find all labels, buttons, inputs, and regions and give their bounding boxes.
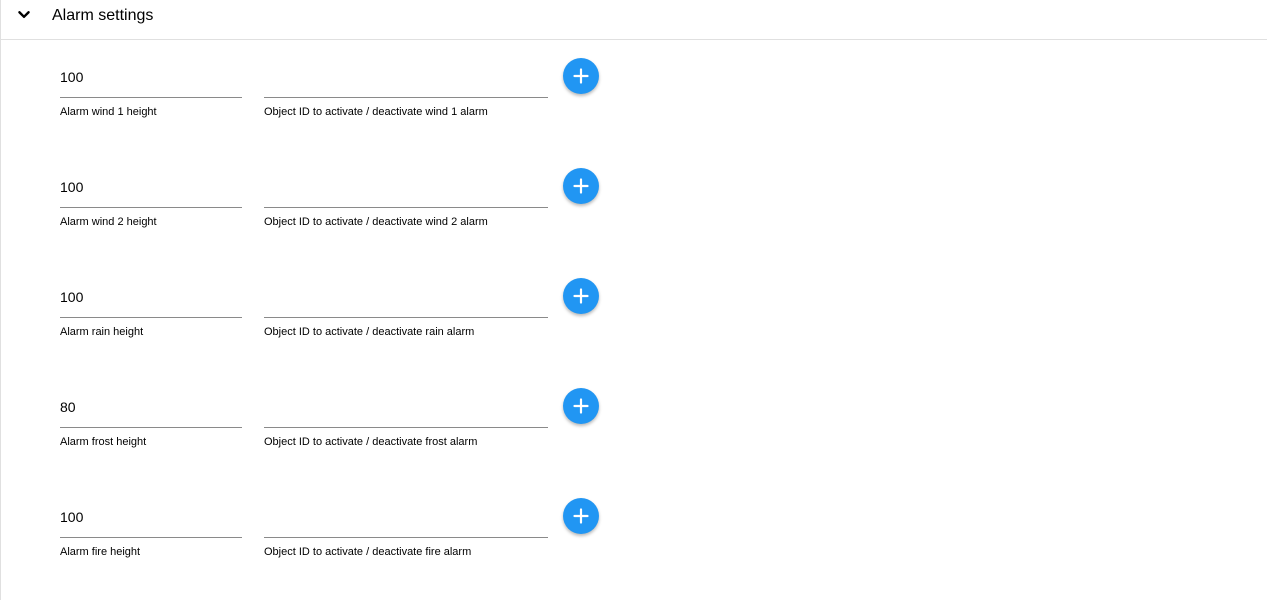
- alarm-row-wind-1: 100 Alarm wind 1 height Object ID to act…: [1, 58, 701, 140]
- alarm-settings-panel: Alarm settings 100 Alarm wind 1 height O…: [0, 0, 1267, 600]
- alarm-height-value[interactable]: 100: [60, 509, 83, 525]
- add-object-button[interactable]: [563, 498, 599, 534]
- field-underline: [60, 317, 242, 318]
- add-object-button[interactable]: [563, 278, 599, 314]
- object-id-label: Object ID to activate / deactivate wind …: [264, 216, 488, 228]
- plus-icon: [573, 288, 589, 304]
- alarm-height-label: Alarm fire height: [60, 546, 141, 558]
- field-underline: [264, 317, 548, 318]
- field-underline: [60, 207, 242, 208]
- field-underline: [264, 427, 548, 428]
- add-object-button[interactable]: [563, 58, 599, 94]
- add-object-button[interactable]: [563, 388, 599, 424]
- object-id-label: Object ID to activate / deactivate rain …: [264, 326, 475, 338]
- field-underline: [264, 97, 548, 98]
- alarm-row-rain: 100 Alarm rain height Object ID to activ…: [1, 278, 701, 360]
- field-underline: [264, 537, 548, 538]
- alarm-height-value[interactable]: 100: [60, 69, 83, 85]
- plus-icon: [573, 68, 589, 84]
- alarm-height-value[interactable]: 100: [60, 179, 83, 195]
- alarm-height-label: Alarm rain height: [60, 326, 144, 338]
- section-title: Alarm settings: [52, 7, 154, 24]
- plus-icon: [573, 398, 589, 414]
- section-header[interactable]: Alarm settings: [1, 0, 1267, 40]
- alarm-row-frost: 80 Alarm frost height Object ID to activ…: [1, 388, 701, 470]
- object-id-label: Object ID to activate / deactivate fire …: [264, 546, 472, 558]
- alarm-height-label: Alarm wind 1 height: [60, 106, 157, 118]
- alarm-height-label: Alarm frost height: [60, 436, 147, 448]
- field-underline: [60, 427, 242, 428]
- object-id-label: Object ID to activate / deactivate frost…: [264, 436, 478, 448]
- alarm-height-label: Alarm wind 2 height: [60, 216, 157, 228]
- alarm-height-value[interactable]: 100: [60, 289, 83, 305]
- field-underline: [60, 97, 242, 98]
- plus-icon: [573, 508, 589, 524]
- plus-icon: [573, 178, 589, 194]
- field-underline: [60, 537, 242, 538]
- alarm-height-value[interactable]: 80: [60, 399, 76, 415]
- alarm-row-fire: 100 Alarm fire height Object ID to activ…: [1, 498, 701, 580]
- add-object-button[interactable]: [563, 168, 599, 204]
- object-id-label: Object ID to activate / deactivate wind …: [264, 106, 488, 118]
- chevron-down-icon[interactable]: [13, 4, 35, 26]
- field-underline: [264, 207, 548, 208]
- alarm-row-wind-2: 100 Alarm wind 2 height Object ID to act…: [1, 168, 701, 250]
